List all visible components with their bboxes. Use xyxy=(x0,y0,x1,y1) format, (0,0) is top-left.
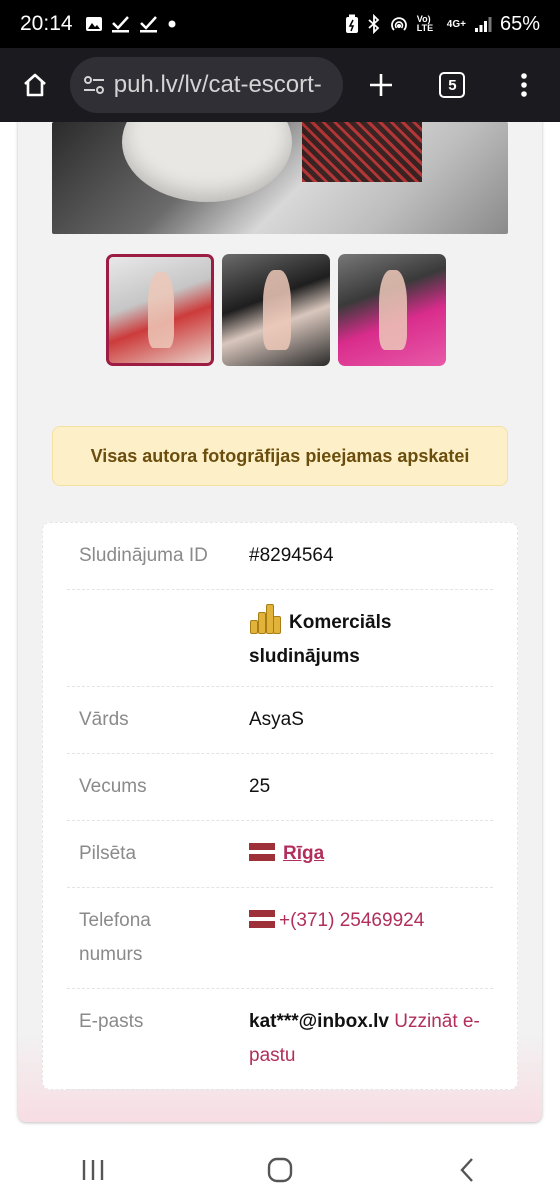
photo-figure xyxy=(379,269,408,351)
status-bar: 20:14 Vo) LTE 4G+ 65% xyxy=(0,0,560,48)
name-value: AsyaS xyxy=(249,709,304,730)
new-tab-button[interactable] xyxy=(345,48,417,122)
notification-icons xyxy=(85,15,177,33)
photo-detail xyxy=(302,122,422,182)
battery-saver-icon xyxy=(345,14,358,33)
email-value: kat***@inbox.lv xyxy=(249,1011,389,1032)
tab-count: 5 xyxy=(439,72,466,98)
check-notification-icon xyxy=(111,16,129,33)
recent-apps-icon xyxy=(83,1160,104,1180)
menu-button[interactable] xyxy=(488,48,560,122)
home-icon xyxy=(23,73,46,97)
row-email: E-pasts kat***@inbox.lv Uzzināt e- pastu xyxy=(67,989,493,1090)
city-label: Pilsēta xyxy=(79,843,137,864)
page-content: Visas autora fotogrāfijas pieejamas apsk… xyxy=(0,122,560,1140)
listing-card: Visas autora fotogrāfijas pieejamas apsk… xyxy=(18,122,542,1122)
main-photo[interactable] xyxy=(52,122,508,234)
thumbnail-strip xyxy=(106,254,446,366)
address-bar[interactable]: puh.lv/lv/cat-escort- xyxy=(69,57,343,113)
status-time: 20:14 xyxy=(20,12,73,35)
commercial-label-2: sludinājums xyxy=(249,646,360,667)
latvia-flag-icon xyxy=(249,843,275,861)
battery-percent: 65% xyxy=(499,12,540,35)
email-label: E-pasts xyxy=(79,1011,144,1032)
age-label: Vecums xyxy=(79,776,147,797)
listing-id-value: #8294564 xyxy=(249,545,334,566)
site-settings-icon[interactable] xyxy=(82,73,106,97)
photos-notice: Visas autora fotogrāfijas pieejamas apsk… xyxy=(52,426,508,486)
system-nav-bar xyxy=(0,1140,560,1200)
bluetooth-icon xyxy=(368,14,380,34)
thumbnail-1[interactable] xyxy=(106,254,214,366)
row-city: Pilsēta Rīga xyxy=(67,821,493,888)
home-nav-icon xyxy=(267,1157,293,1183)
age-value: 25 xyxy=(249,776,271,797)
reveal-email-link[interactable]: pastu xyxy=(249,1045,295,1066)
url-text: puh.lv/lv/cat-escort- xyxy=(113,71,322,98)
phone-link[interactable]: +(371) 25469924 xyxy=(279,910,424,931)
home-nav-button[interactable] xyxy=(240,1140,320,1200)
reveal-email-link[interactable]: Uzzināt e- xyxy=(394,1011,480,1032)
volte-icon: Vo) LTE xyxy=(416,14,434,33)
row-phone: Telefona numurs +(371) 25469924 xyxy=(67,888,493,989)
name-label: Vārds xyxy=(79,709,129,730)
tab-switcher-button[interactable]: 5 xyxy=(417,48,489,122)
status-right: Vo) LTE 4G+ 65% xyxy=(345,13,540,36)
row-listing-id: Sludinājuma ID #8294564 xyxy=(67,523,493,590)
photo-detail xyxy=(122,122,292,202)
check-notification-icon xyxy=(139,16,157,33)
gallery-notification-icon xyxy=(85,17,102,31)
details-table: Sludinājuma ID #8294564 Komerciāls sludi… xyxy=(42,522,518,1090)
commercial-badge: Komerciāls sludinājums xyxy=(249,602,481,674)
recent-apps-button[interactable] xyxy=(53,1140,133,1200)
more-vert-icon xyxy=(521,73,527,97)
hotspot-icon xyxy=(390,17,407,31)
plus-icon xyxy=(369,74,392,96)
thumbnail-3[interactable] xyxy=(338,254,446,366)
signal-icon xyxy=(474,17,492,32)
network-type-icon: 4G+ xyxy=(446,18,466,30)
browser-toolbar: puh.lv/lv/cat-escort- 5 xyxy=(0,48,560,122)
commercial-label-1: Komerciāls xyxy=(289,612,392,633)
row-name: Vārds AsyaS xyxy=(67,687,493,754)
photo-figure xyxy=(147,271,175,349)
row-commercial: Komerciāls sludinājums xyxy=(67,590,493,687)
photo-figure xyxy=(263,269,292,351)
thumbnail-2[interactable] xyxy=(222,254,330,366)
phone-label: Telefona numurs xyxy=(79,910,151,965)
back-button[interactable] xyxy=(427,1140,507,1200)
dot-icon xyxy=(168,20,176,28)
city-link[interactable]: Rīga xyxy=(283,843,324,864)
home-button[interactable] xyxy=(0,48,70,122)
listing-id-label: Sludinājuma ID xyxy=(79,545,208,566)
latvia-flag-icon xyxy=(249,910,275,928)
row-age: Vecums 25 xyxy=(67,754,493,821)
coins-icon xyxy=(249,602,281,634)
back-icon xyxy=(460,1158,473,1182)
